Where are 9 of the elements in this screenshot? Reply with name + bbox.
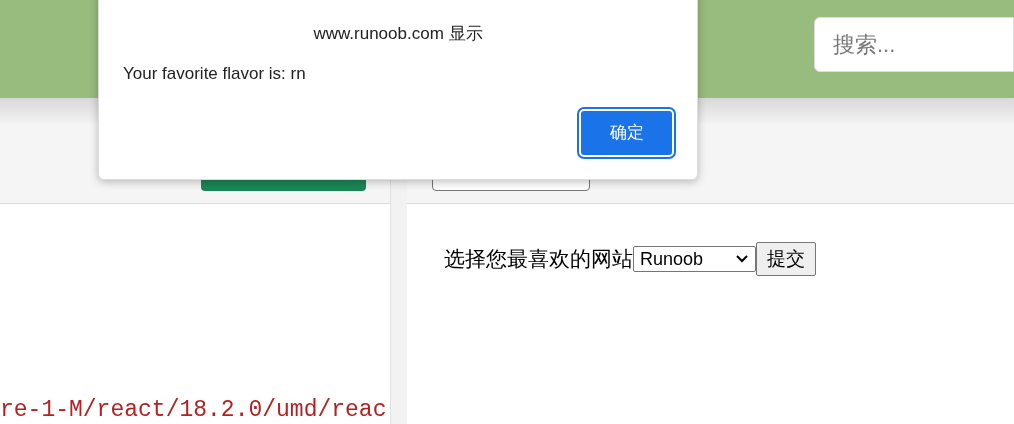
submit-button[interactable]: 提交 [756, 242, 816, 276]
dialog-message: Your favorite flavor is: rn [123, 62, 307, 85]
search-field[interactable]: 搜索... [814, 17, 1014, 72]
ok-button[interactable]: 确定 [579, 109, 674, 157]
site-select[interactable]: Runoob [633, 246, 756, 272]
dialog-title: www.runoob.com 显示 [313, 23, 483, 45]
select-label: 选择您最喜欢的网站 [444, 246, 633, 273]
code-line: re-1-M/react/18.2.0/umd/reac [0, 399, 388, 422]
chevron-down-icon [735, 254, 749, 264]
